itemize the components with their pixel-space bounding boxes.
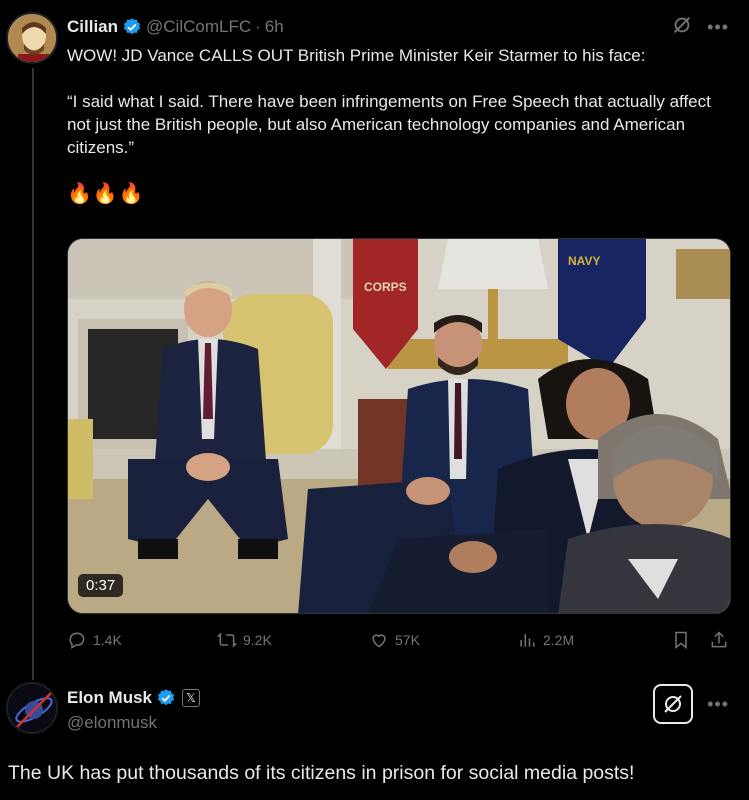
verified-badge-icon	[156, 688, 176, 708]
avatar[interactable]	[6, 12, 58, 64]
reply-header: Elon Musk 𝕏	[67, 688, 201, 708]
reply-text: The UK has put thousands of its citizens…	[8, 762, 635, 784]
video-frame: CORPS NAVY	[68, 239, 730, 613]
like-button[interactable]: 57K	[369, 630, 420, 650]
timestamp[interactable]: 6h	[265, 17, 284, 37]
author-name[interactable]: Cillian	[67, 17, 118, 37]
author-handle[interactable]: @CilComLFC	[146, 17, 251, 37]
tweet-headline: WOW! JD Vance CALLS OUT British Prime Mi…	[67, 46, 646, 65]
tweet-quote: “I said what I said. There have been inf…	[67, 92, 711, 157]
retweet-button[interactable]: 9.2K	[217, 630, 272, 650]
share-icon	[711, 631, 727, 648]
bookmark-icon	[675, 631, 687, 650]
views-button[interactable]: 2.2M	[517, 630, 574, 650]
share-button[interactable]	[709, 630, 729, 650]
verified-badge-icon	[122, 17, 142, 37]
bookmark-button[interactable]	[671, 630, 691, 650]
x-affiliate-badge[interactable]: 𝕏	[182, 689, 201, 707]
avatar[interactable]	[6, 682, 58, 734]
tweet-action-bar: 1.4K 9.2K 57K 2.2M	[67, 630, 731, 656]
like-count: 57K	[395, 632, 420, 648]
grok-icon[interactable]	[653, 684, 694, 724]
views-count: 2.2M	[543, 632, 575, 648]
reply-author-name[interactable]: Elon Musk	[67, 688, 152, 708]
video-player[interactable]: CORPS NAVY	[67, 238, 731, 614]
like-icon	[372, 634, 386, 648]
tweet-body: WOW! JD Vance CALLS OUT British Prime Mi…	[67, 44, 737, 229]
views-icon	[520, 634, 535, 647]
retweet-count: 9.2K	[243, 632, 272, 648]
thread-connector-line	[32, 68, 34, 680]
fire-emojis: 🔥🔥🔥	[67, 183, 145, 205]
reply-icon	[69, 632, 85, 649]
tweet-header: Cillian @CilComLFC · 6h •••	[67, 14, 729, 40]
video-duration: 0:37	[78, 574, 124, 597]
separator-dot: ·	[255, 17, 261, 36]
reply-button[interactable]: 1.4K	[67, 630, 122, 650]
grok-icon[interactable]	[671, 14, 693, 41]
reply-count: 1.4K	[93, 632, 122, 648]
retweet-icon	[217, 632, 237, 648]
reply-author-handle[interactable]: @elonmusk	[67, 713, 157, 733]
more-icon[interactable]: •••	[707, 694, 729, 715]
reply-header-actions: •••	[653, 684, 729, 724]
more-icon[interactable]: •••	[707, 17, 729, 38]
